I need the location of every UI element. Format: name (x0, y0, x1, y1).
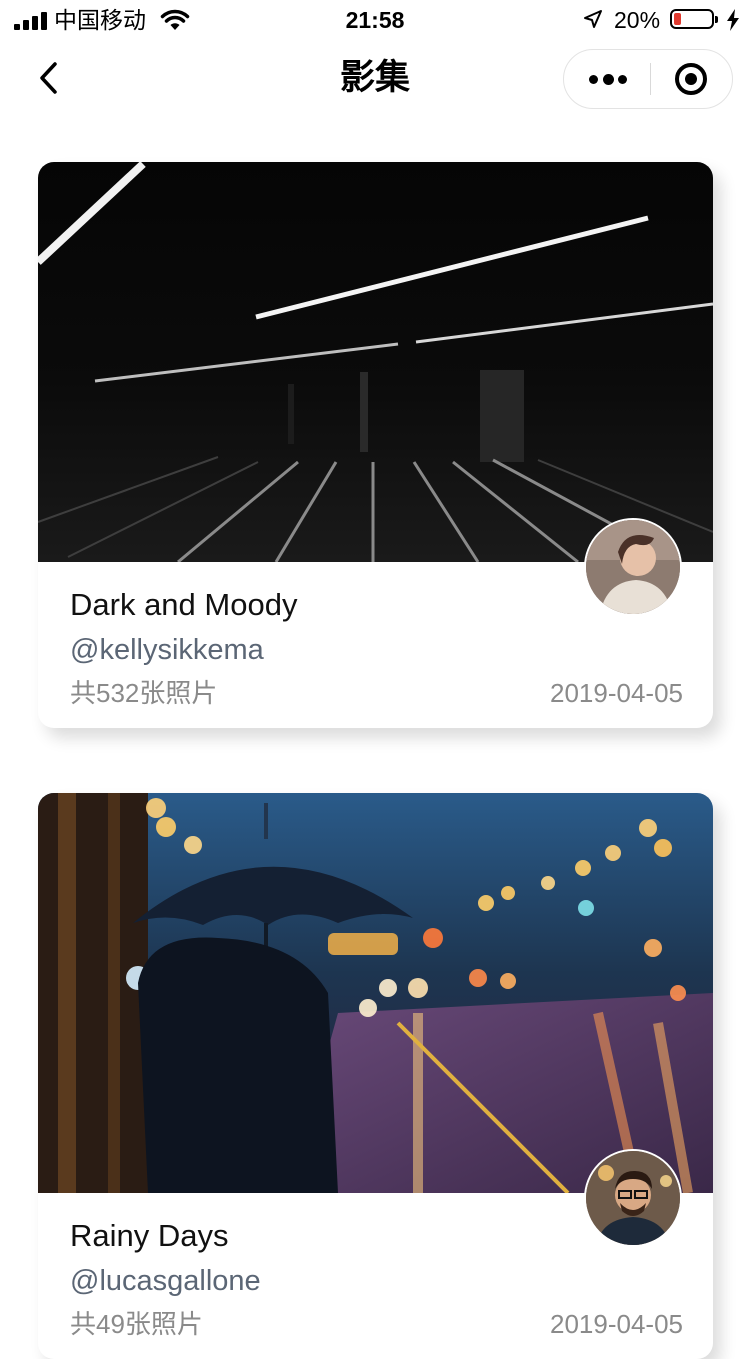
battery-percent: 20% (614, 7, 661, 33)
album-title: Rainy Days (70, 1218, 229, 1253)
status-bar: 中国移动 21:58 20% (0, 0, 750, 40)
close-mini-program-button[interactable] (651, 50, 733, 108)
battery-level (674, 13, 681, 25)
author-avatar[interactable] (584, 518, 682, 616)
photo-count: 共49张照片 (70, 1309, 203, 1339)
battery-icon (670, 9, 718, 29)
album-author[interactable]: @kellysikkema (70, 632, 264, 668)
charging-bolt-icon (727, 9, 739, 31)
mini-program-capsule (563, 49, 733, 109)
album-author[interactable]: @lucasgallone (70, 1263, 261, 1299)
author-avatar[interactable] (584, 1149, 682, 1247)
album-cover-image (38, 793, 713, 1193)
photo-count: 共532张照片 (70, 678, 218, 708)
album-card[interactable]: Rainy Days @lucasgallone 共49张照片 2019-04-… (38, 793, 713, 1359)
album-date: 2019-04-05 (550, 1309, 683, 1339)
album-card[interactable]: Dark and Moody @kellysikkema 共532张照片 201… (38, 162, 713, 728)
more-dots-icon (589, 75, 598, 84)
album-title: Dark and Moody (70, 587, 298, 622)
album-cover-image (38, 162, 713, 562)
album-date: 2019-04-05 (550, 678, 683, 708)
more-button[interactable] (564, 50, 650, 108)
location-arrow-icon (584, 10, 602, 28)
navigation-bar: 影集 (0, 40, 750, 120)
